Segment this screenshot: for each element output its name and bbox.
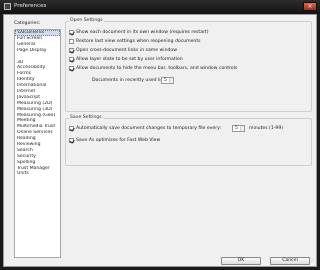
- own-window-label: Show each document in its own window (re…: [76, 30, 209, 35]
- option-cross-doc-links[interactable]: Open cross-document links in same window: [69, 48, 177, 53]
- restore-view-label: Restore last view settings when reopenin…: [76, 39, 201, 44]
- option-restore-view[interactable]: Restore last view settings when reopenin…: [69, 39, 201, 44]
- option-fast-web[interactable]: Save As optimizes for Fast Web View: [69, 138, 160, 143]
- recent-docs-stepper[interactable]: 5: [161, 77, 174, 84]
- recent-docs-label: Documents in recently used list:: [92, 78, 167, 83]
- fast-web-checkbox[interactable]: [69, 138, 74, 143]
- open-settings-title: Open Settings: [69, 18, 104, 23]
- cross-doc-links-label: Open cross-document links in same window: [76, 48, 177, 53]
- recent-docs-row: Documents in recently used list:: [92, 78, 166, 83]
- stepper-arrows-icon[interactable]: [240, 126, 244, 131]
- restore-view-checkbox[interactable]: [69, 39, 74, 44]
- categories-list[interactable]: Documents Full Screen General Page Display 3…: [14, 29, 61, 258]
- dialog-body: Categories: Documents Full Screen General P…: [3, 14, 317, 267]
- option-autosave[interactable]: Automatically save document changes to t…: [69, 126, 221, 131]
- autosave-checkbox[interactable]: [69, 126, 74, 131]
- app-icon: [4, 3, 11, 10]
- cross-doc-links-checkbox[interactable]: [69, 48, 74, 53]
- categories-label: Categories:: [14, 21, 41, 26]
- minutes-range-label: minutes (1-99): [249, 126, 284, 131]
- recent-docs-value: 5: [164, 78, 167, 83]
- preferences-window: Preferences × Categories: Documents Full …: [0, 0, 320, 270]
- save-settings-title: Save Settings: [69, 115, 103, 120]
- autosave-label: Automatically save document changes to t…: [76, 126, 222, 131]
- cancel-button[interactable]: Cancel: [270, 257, 310, 265]
- ok-button[interactable]: OK: [221, 257, 261, 265]
- window-title: Preferences: [14, 3, 47, 9]
- autosave-minutes-stepper[interactable]: 5: [232, 125, 245, 132]
- option-hide-menu[interactable]: Allow documents to hide the menu bar, to…: [69, 66, 237, 71]
- close-button[interactable]: ×: [303, 2, 317, 11]
- option-layer-state[interactable]: Allow layer state to be set by user info…: [69, 57, 183, 62]
- hide-menu-checkbox[interactable]: [69, 66, 74, 71]
- option-own-window[interactable]: Show each document in its own window (re…: [69, 30, 209, 35]
- category-item[interactable]: Units: [15, 171, 60, 177]
- own-window-checkbox[interactable]: [69, 30, 74, 35]
- layer-state-label: Allow layer state to be set by user info…: [76, 57, 183, 62]
- autosave-minutes-value: 5: [235, 126, 238, 131]
- hide-menu-label: Allow documents to hide the menu bar, to…: [76, 66, 238, 71]
- layer-state-checkbox[interactable]: [69, 57, 74, 62]
- resize-grip-icon[interactable]: ⋰: [309, 259, 315, 265]
- fast-web-label: Save As optimizes for Fast Web View: [76, 138, 161, 143]
- title-bar[interactable]: Preferences ×: [0, 0, 320, 14]
- stepper-arrows-icon[interactable]: [169, 78, 173, 83]
